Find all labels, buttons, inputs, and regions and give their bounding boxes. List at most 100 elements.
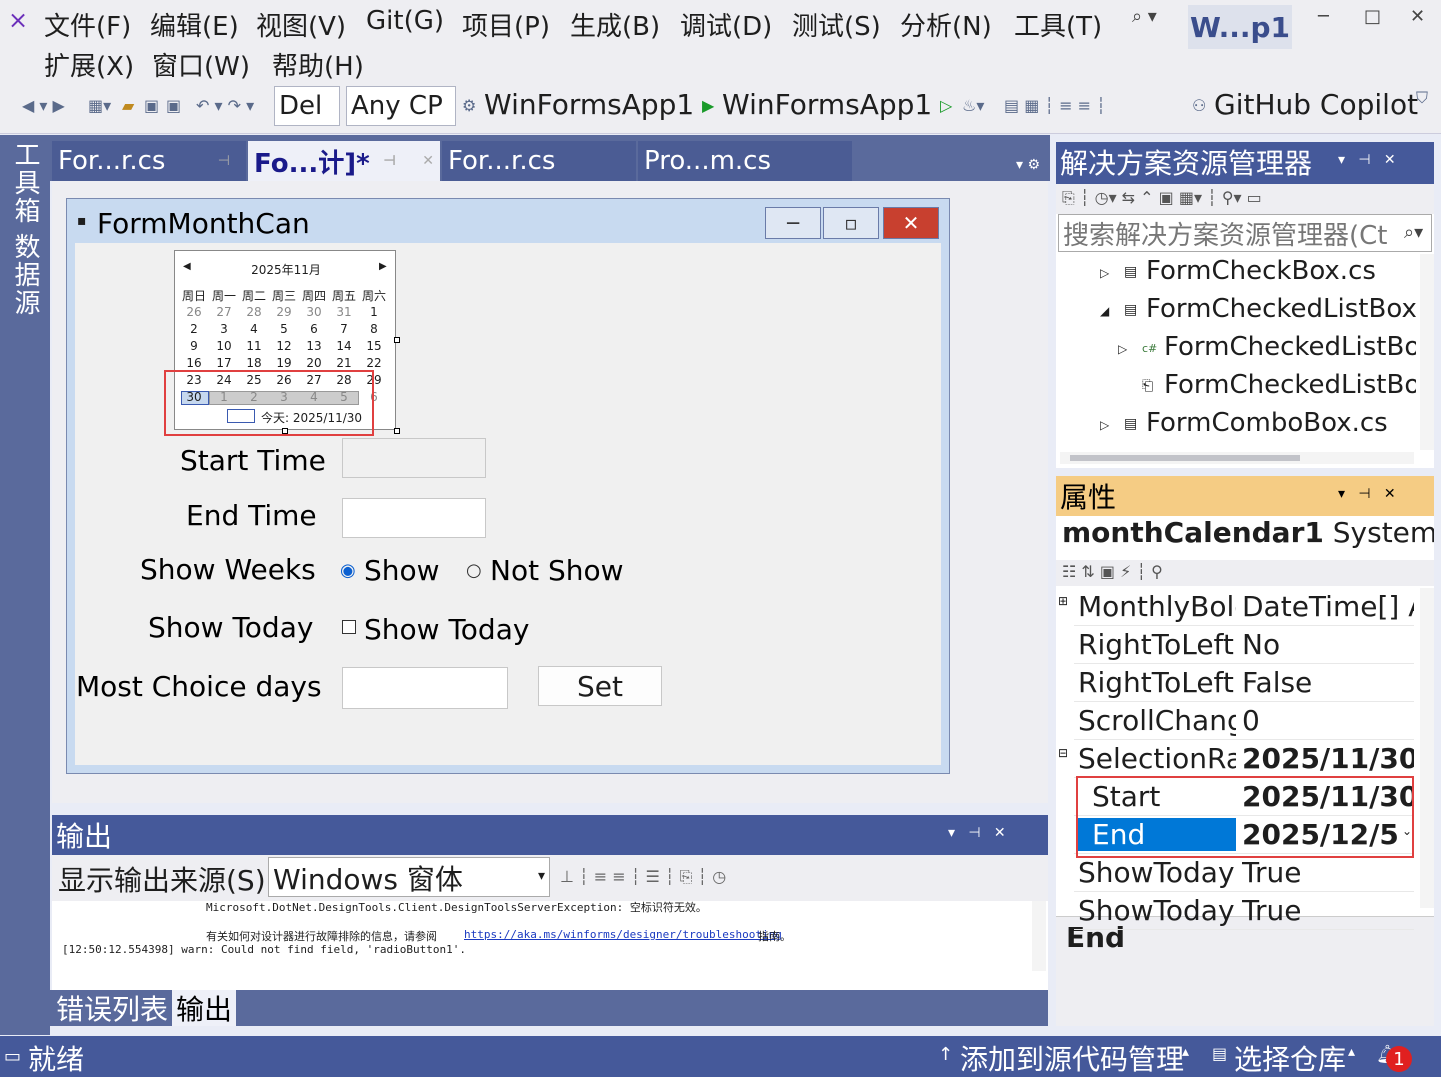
menu-git[interactable]: Git(G) xyxy=(366,6,444,36)
calendar-day[interactable]: 5 xyxy=(269,322,299,336)
property-value[interactable]: 2025/11/30, xyxy=(1242,742,1414,775)
calendar-day[interactable]: 4 xyxy=(239,322,269,336)
next-month-icon[interactable]: ▶ xyxy=(379,261,387,272)
menu-window[interactable]: 窗口(W) xyxy=(152,46,250,83)
play-icon[interactable]: ▶ xyxy=(702,96,714,115)
menu-test[interactable]: 测试(S) xyxy=(792,6,881,43)
calendar-day[interactable]: 2 xyxy=(179,322,209,336)
new-project-icon[interactable]: ▦▾ xyxy=(88,96,111,115)
calendar-day[interactable]: 26 xyxy=(179,305,209,319)
property-value[interactable]: No xyxy=(1242,628,1414,661)
calendar-day[interactable]: 3 xyxy=(209,322,239,336)
property-row[interactable]: MonthlyBolcDateTime[] Ar xyxy=(1074,588,1414,626)
form-close-button[interactable]: ✕ xyxy=(883,207,939,239)
search-icon[interactable]: ⌕ ▾ xyxy=(1132,6,1157,27)
run-target[interactable]: WinFormsApp1 xyxy=(722,88,932,121)
panel-options-icon[interactable]: ▾ ⊣ ✕ xyxy=(1338,152,1396,168)
tab-form-designer[interactable]: Fo...计]* ✕ ⊣ xyxy=(248,141,440,181)
calendar-day[interactable]: 18 xyxy=(239,356,269,370)
select-repo-button[interactable]: 选择仓库 xyxy=(1234,1038,1346,1077)
hot-reload-icon[interactable]: ♨▾ xyxy=(962,96,984,115)
collapse-icon[interactable]: ⊟ xyxy=(1058,746,1068,760)
set-button[interactable]: Set xyxy=(538,666,662,706)
calendar-day[interactable]: 6 xyxy=(299,322,329,336)
copilot-button[interactable]: GitHub Copilot xyxy=(1214,88,1418,121)
calendar-day[interactable]: 14 xyxy=(329,339,359,353)
selection-handle[interactable] xyxy=(394,428,400,434)
save-icon[interactable]: ▣ xyxy=(144,96,159,115)
solution-toolbar-icons[interactable]: ⎘ ┆ ◷▾ ⇆ ⌃ ▣ ▦▾ ┆ ⚲▾ ▭ xyxy=(1062,188,1262,208)
calendar-day[interactable]: 28 xyxy=(239,305,269,319)
calendar-day[interactable]: 12 xyxy=(269,339,299,353)
tree-item[interactable]: FormCheckedListBox. xyxy=(1146,294,1416,324)
config-combo[interactable]: Del xyxy=(274,86,340,126)
menu-view[interactable]: 视图(V) xyxy=(256,6,346,43)
output-source-select[interactable]: Windows 窗体 ▾ xyxy=(268,857,550,897)
tree-item[interactable]: FormCheckedListBo xyxy=(1164,332,1416,362)
menu-extensions[interactable]: 扩展(X) xyxy=(44,46,134,83)
menu-help[interactable]: 帮助(H) xyxy=(272,46,364,83)
calendar-day[interactable]: 19 xyxy=(269,356,299,370)
close-icon[interactable]: ✕ xyxy=(422,153,434,169)
property-value[interactable]: False xyxy=(1242,666,1414,699)
datasource-tab[interactable]: 数据源 xyxy=(6,233,44,317)
calendar-day[interactable]: 27 xyxy=(209,305,239,319)
start-time-input[interactable] xyxy=(342,438,486,478)
close-icon[interactable]: ✕ xyxy=(1410,6,1425,27)
property-value[interactable]: DateTime[] Ar xyxy=(1242,590,1414,623)
undo-icon[interactable]: ↶ ▾ ↷ ▾ xyxy=(196,96,254,115)
calendar-day[interactable]: 8 xyxy=(359,322,389,336)
add-source-control-button[interactable]: 添加到源代码管理 xyxy=(960,1038,1184,1077)
properties-object-selector[interactable]: monthCalendar1 System.W xyxy=(1056,516,1434,566)
property-value[interactable]: True xyxy=(1242,894,1414,927)
menu-debug[interactable]: 调试(D) xyxy=(680,6,772,43)
calendar-day[interactable]: 1 xyxy=(359,305,389,319)
startup-project[interactable]: WinFormsApp1 xyxy=(484,88,694,121)
toolbox-tab[interactable]: 工具箱 xyxy=(6,141,44,225)
expand-icon[interactable]: ⊞ xyxy=(1058,594,1068,608)
vertical-scrollbar[interactable] xyxy=(1420,254,1434,450)
tree-item[interactable]: FormCheckBox.cs xyxy=(1146,256,1376,286)
property-row[interactable]: ScrollChang 0 xyxy=(1074,702,1414,740)
tab-dropdown-icon[interactable]: ▾ ⚙ xyxy=(1016,157,1040,173)
radio-show-label[interactable]: Show xyxy=(364,554,440,587)
calendar-day[interactable]: 15 xyxy=(359,339,389,353)
output-toolbar-icons[interactable]: ⊥ ┆ ≡ ≡ ┆ ☰ ┆ ⎘ ┆ ◷ xyxy=(560,867,726,887)
radio-not-show-label[interactable]: Not Show xyxy=(490,554,624,587)
tree-item[interactable]: FormCheckedListBo xyxy=(1164,370,1416,400)
property-value[interactable]: True xyxy=(1242,856,1414,889)
radio-not-show-icon[interactable]: ○ xyxy=(466,560,482,581)
property-value[interactable]: 0 xyxy=(1242,704,1414,737)
calendar-day[interactable]: 21 xyxy=(329,356,359,370)
collapse-icon[interactable]: ◢ xyxy=(1100,304,1109,318)
save-all-icon[interactable]: ▣ xyxy=(166,96,181,115)
checkbox-show-today-label[interactable]: Show Today xyxy=(364,613,529,646)
end-time-input[interactable] xyxy=(342,498,486,538)
maximize-icon[interactable]: □ xyxy=(1364,6,1381,27)
property-row[interactable]: RightToLeft No xyxy=(1074,626,1414,664)
property-row[interactable]: RightToLeftL False xyxy=(1074,664,1414,702)
most-choice-input[interactable] xyxy=(342,667,508,709)
horizontal-scrollbar[interactable] xyxy=(1060,452,1414,464)
vs-logo-icon[interactable]: ⨯ xyxy=(8,6,28,34)
pin-icon[interactable]: ⛉ xyxy=(1416,88,1428,108)
property-row[interactable]: SelectionRar2025/11/30, xyxy=(1074,740,1414,778)
menu-analyze[interactable]: 分析(N) xyxy=(900,6,992,43)
calendar-day[interactable]: 7 xyxy=(329,322,359,336)
solution-search-input[interactable]: 搜索解决方案资源管理器(Ct xyxy=(1058,214,1432,252)
calendar-day[interactable]: 22 xyxy=(359,356,389,370)
calendar-day[interactable]: 11 xyxy=(239,339,269,353)
form-maximize-button[interactable]: ▫ xyxy=(823,207,879,239)
output-scrollbar[interactable] xyxy=(1032,901,1046,971)
tab-form-2[interactable]: For...r.cs xyxy=(442,141,636,181)
pin-icon[interactable]: ⊣ xyxy=(383,153,396,169)
copilot-icon[interactable]: ⚇ xyxy=(1192,96,1206,115)
back-icon[interactable]: ◀ ▾ ▶ xyxy=(22,96,65,115)
search-icon[interactable]: ⌕▾ xyxy=(1404,222,1423,243)
calendar-day[interactable]: 13 xyxy=(299,339,329,353)
calendar-day[interactable]: 16 xyxy=(179,356,209,370)
calendar-day[interactable]: 9 xyxy=(179,339,209,353)
property-row[interactable]: ShowToday True xyxy=(1074,854,1414,892)
notification-badge[interactable]: 1 xyxy=(1386,1046,1412,1072)
calendar-day[interactable]: 29 xyxy=(269,305,299,319)
